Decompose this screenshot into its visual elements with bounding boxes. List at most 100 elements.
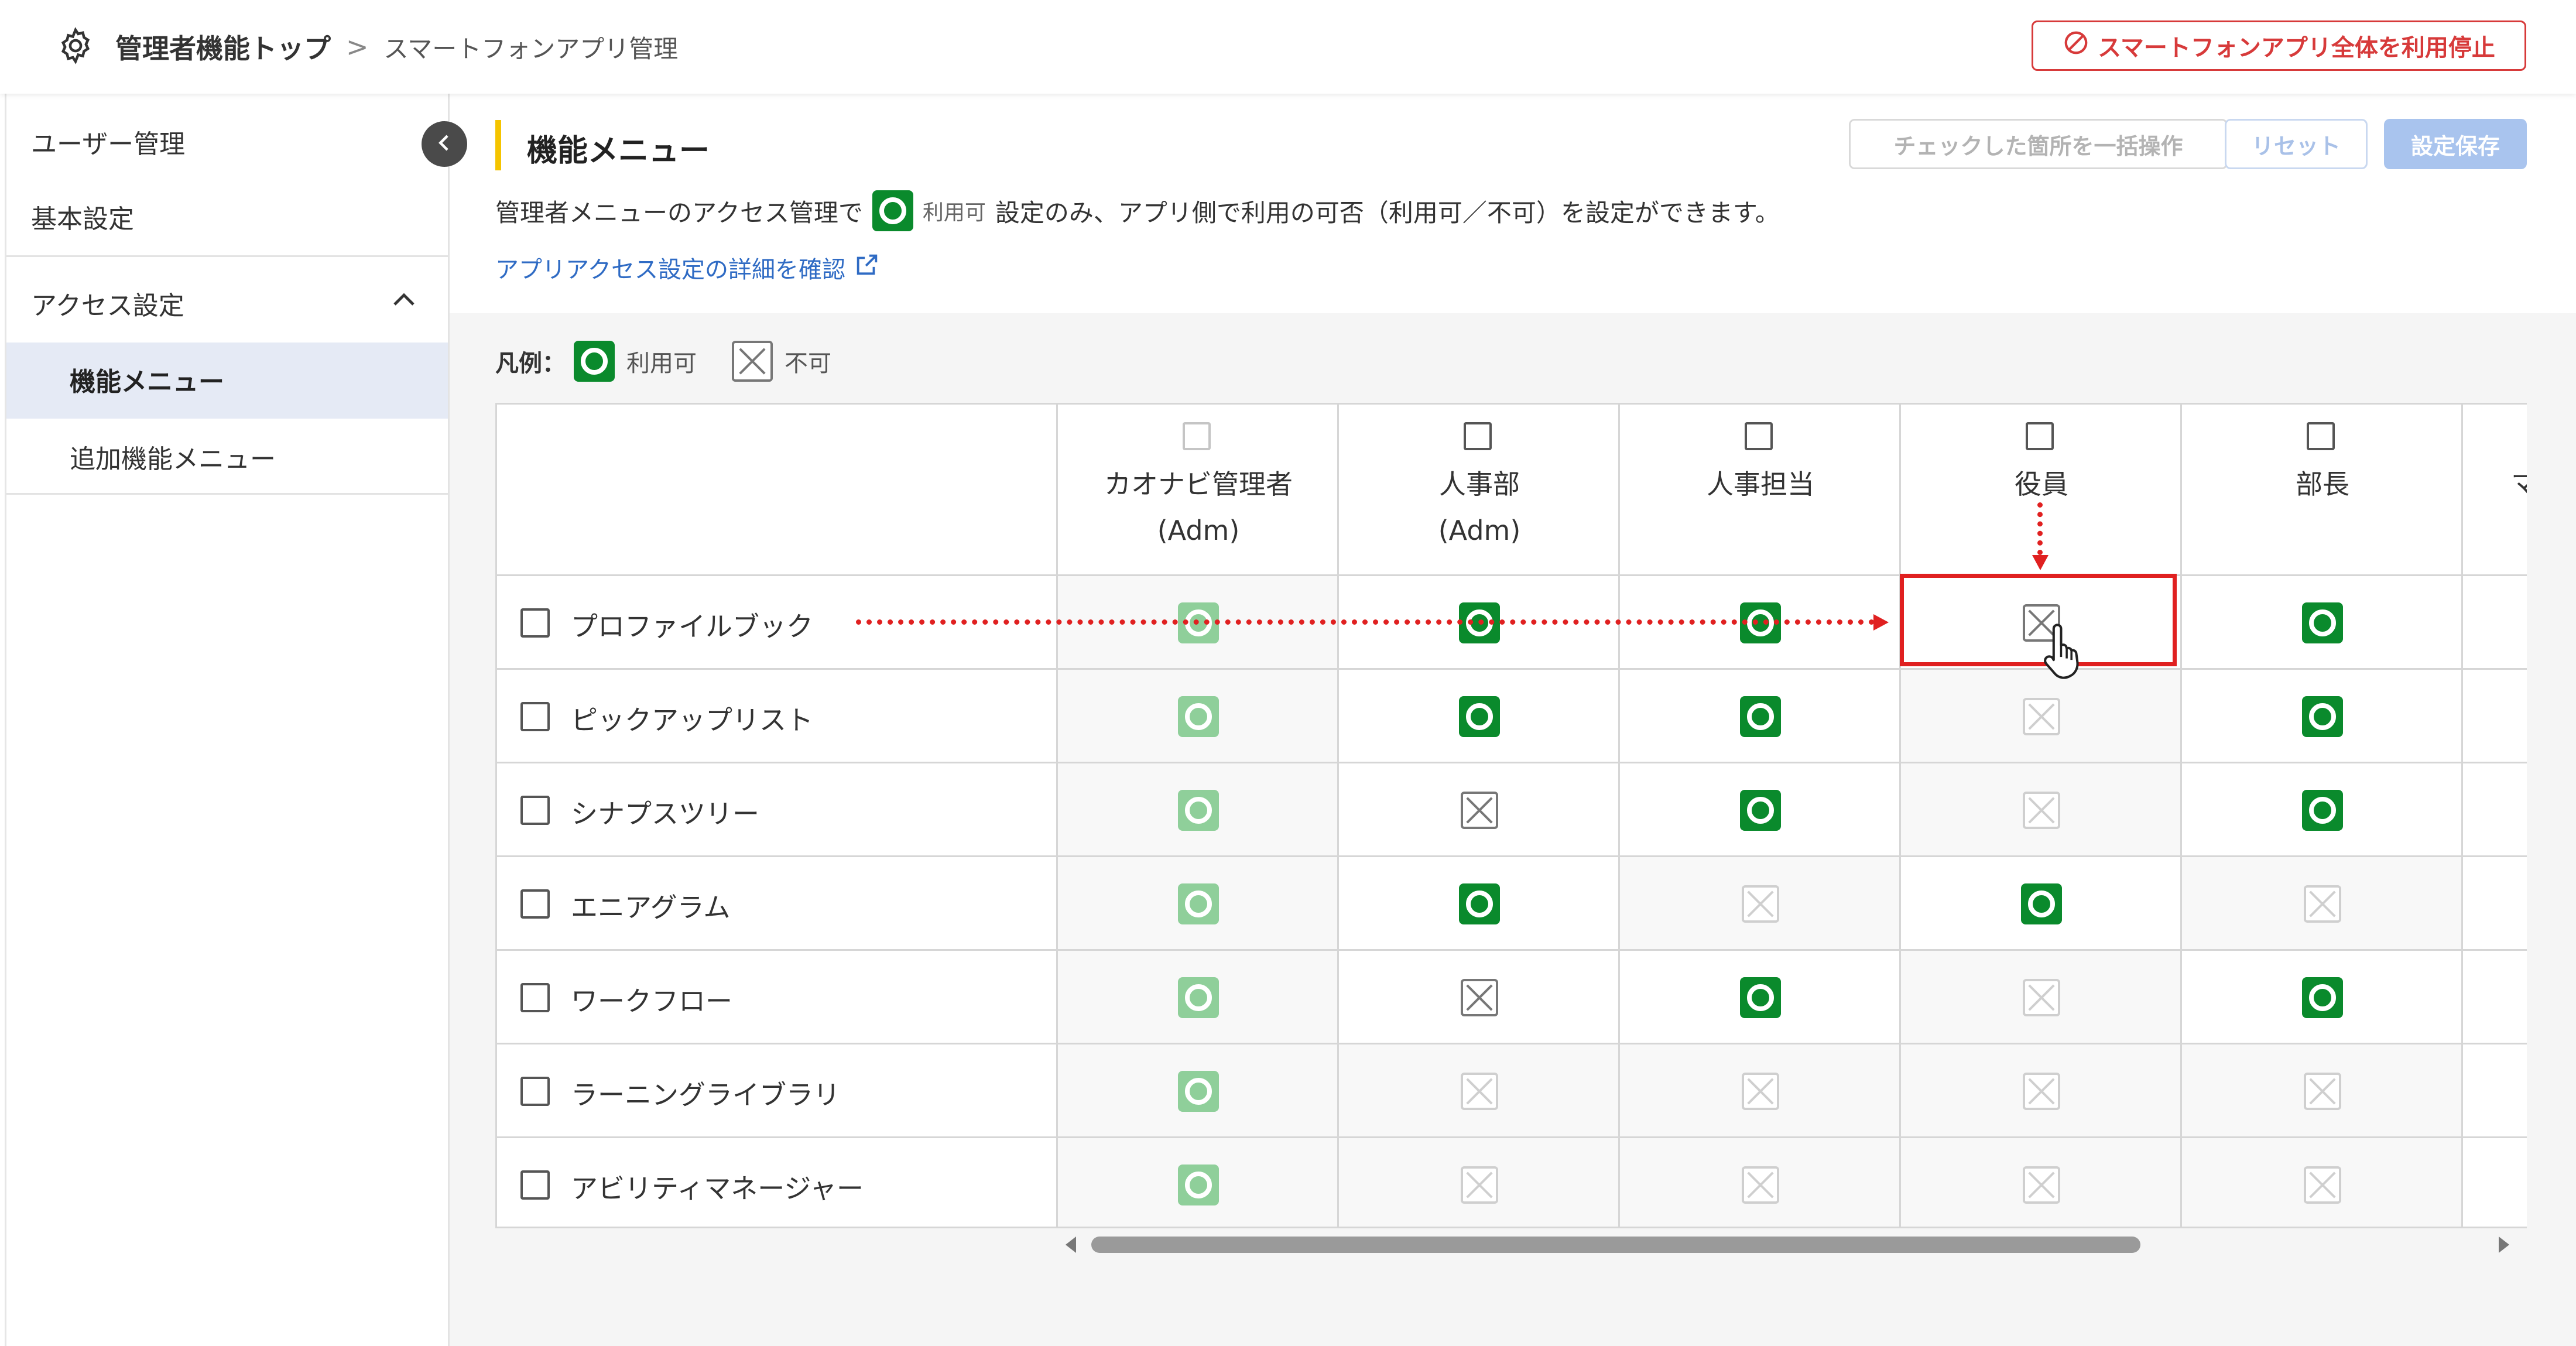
sidebar-item-basic-settings[interactable]: 基本設定 bbox=[31, 198, 134, 235]
available-icon bbox=[1178, 790, 1219, 831]
status-cell[interactable] bbox=[2182, 670, 2463, 763]
status-cell[interactable] bbox=[1339, 763, 1620, 857]
unavailable-icon bbox=[2023, 698, 2060, 735]
grid-line bbox=[1618, 405, 1620, 1227]
table-row: ピックアップリスト bbox=[497, 670, 1058, 763]
row-checkbox[interactable] bbox=[520, 796, 550, 825]
sidebar-group-access-settings[interactable]: アクセス設定 bbox=[31, 285, 184, 322]
breadcrumb: 管理者機能トップ > スマートフォンアプリ管理 bbox=[56, 25, 678, 69]
sidebar-item-user-management[interactable]: ユーザー管理 bbox=[31, 123, 185, 160]
page-title: 機能メニュー bbox=[527, 133, 710, 169]
status-cell[interactable] bbox=[1620, 951, 1901, 1044]
status-cell[interactable] bbox=[1058, 951, 1339, 1044]
status-cell[interactable] bbox=[1339, 857, 1620, 951]
scroll-right-arrow[interactable] bbox=[2499, 1237, 2509, 1253]
breadcrumb-current: スマートフォンアプリ管理 bbox=[383, 34, 679, 63]
reset-button[interactable]: リセット bbox=[2225, 119, 2368, 169]
grid-line bbox=[497, 1136, 2527, 1138]
status-cell[interactable] bbox=[1620, 857, 1901, 951]
sidebar-divider bbox=[6, 493, 448, 495]
sidebar-collapse-button[interactable] bbox=[422, 121, 467, 167]
status-cell[interactable] bbox=[1901, 763, 2182, 857]
stop-all-app-button[interactable]: スマートフォンアプリ全体を利用停止 bbox=[2032, 20, 2526, 71]
column-checkbox[interactable] bbox=[1464, 422, 1492, 450]
status-cell[interactable] bbox=[2182, 763, 2463, 857]
table-row: シナプスツリー bbox=[497, 763, 1058, 857]
description-tag: 利用可 bbox=[922, 201, 986, 225]
status-cell[interactable] bbox=[1901, 1044, 2182, 1138]
sidebar-item-additional-function-menu[interactable]: 追加機能メニュー bbox=[70, 438, 276, 475]
chevron-left-icon bbox=[434, 133, 454, 155]
status-cell[interactable] bbox=[2182, 1138, 2463, 1227]
status-cell[interactable] bbox=[2182, 857, 2463, 951]
unavailable-icon bbox=[1461, 1073, 1498, 1110]
column-checkbox[interactable] bbox=[1745, 422, 1773, 450]
status-cell[interactable] bbox=[1339, 951, 1620, 1044]
unavailable-icon bbox=[1742, 885, 1779, 923]
status-cell[interactable] bbox=[1339, 670, 1620, 763]
table-row: ラーニングライブラリ bbox=[497, 1044, 1058, 1138]
unavailable-icon bbox=[2023, 979, 2060, 1016]
status-cell[interactable] bbox=[1901, 951, 2182, 1044]
sidebar-item-function-menu[interactable]: 機能メニュー bbox=[70, 361, 224, 398]
status-cell[interactable] bbox=[1620, 1044, 1901, 1138]
description: 管理者メニューのアクセス管理で 利用可 設定のみ、アプリ側で利用の可否（利用可／… bbox=[495, 190, 1780, 231]
legend-unavailable-label: 不可 bbox=[785, 350, 831, 377]
status-cell[interactable] bbox=[1058, 1044, 1339, 1138]
legend-label: 凡例： bbox=[495, 350, 566, 377]
row-checkbox[interactable] bbox=[520, 1170, 550, 1200]
column-checkbox[interactable] bbox=[1183, 422, 1211, 450]
status-cell[interactable] bbox=[1058, 857, 1339, 951]
status-cell[interactable] bbox=[2182, 951, 2463, 1044]
column-header: 人事担当 bbox=[1620, 405, 1901, 574]
grid-line bbox=[2180, 405, 2182, 1227]
bulk-operation-button[interactable]: チェックした箇所を一括操作 bbox=[1849, 119, 2228, 169]
sidebar: ユーザー管理 基本設定 アクセス設定 機能メニュー 追加機能メニュー bbox=[5, 94, 450, 1346]
grid-line bbox=[497, 855, 2527, 857]
breadcrumb-top-link[interactable]: 管理者機能トップ bbox=[115, 28, 331, 66]
unavailable-icon bbox=[2304, 1073, 2341, 1110]
status-cell[interactable] bbox=[1620, 670, 1901, 763]
column-sub: (Adm) bbox=[1438, 515, 1521, 546]
breadcrumb-separator: > bbox=[346, 31, 369, 63]
status-cell[interactable] bbox=[1339, 1138, 1620, 1227]
save-settings-button[interactable]: 設定保存 bbox=[2384, 119, 2527, 169]
row-checkbox[interactable] bbox=[520, 702, 550, 731]
status-cell[interactable] bbox=[1058, 1138, 1339, 1227]
status-cell[interactable] bbox=[1339, 1044, 1620, 1138]
status-cell[interactable] bbox=[1058, 763, 1339, 857]
gear-icon bbox=[56, 26, 95, 68]
status-cell[interactable] bbox=[2182, 1044, 2463, 1138]
status-cell[interactable] bbox=[1620, 1138, 1901, 1227]
unavailable-icon bbox=[2023, 1073, 2060, 1110]
horizontal-scrollbar-thumb[interactable] bbox=[1091, 1237, 2140, 1253]
column-name: カオナビ管理者 bbox=[1104, 468, 1293, 500]
grid-line bbox=[1056, 405, 1058, 1227]
access-settings-detail-link[interactable]: アプリアクセス設定の詳細を確認 bbox=[495, 251, 881, 285]
external-link-icon bbox=[845, 251, 881, 284]
status-cell[interactable] bbox=[1901, 1138, 2182, 1227]
column-header: カオナビ管理者 (Adm) bbox=[1058, 405, 1339, 574]
row-checkbox[interactable] bbox=[520, 983, 550, 1012]
chevron-up-icon[interactable] bbox=[390, 288, 418, 314]
row-checkbox[interactable] bbox=[520, 1077, 550, 1106]
available-icon bbox=[2302, 602, 2343, 643]
row-checkbox[interactable] bbox=[520, 608, 550, 638]
unavailable-icon bbox=[732, 341, 773, 382]
status-cell[interactable] bbox=[1620, 763, 1901, 857]
status-cell[interactable] bbox=[1058, 670, 1339, 763]
available-icon bbox=[2302, 790, 2343, 831]
column-checkbox[interactable] bbox=[2026, 422, 2054, 450]
table-row: エニアグラム bbox=[497, 857, 1058, 951]
column-checkbox[interactable] bbox=[2307, 422, 2335, 450]
row-label: シナプスツリー bbox=[571, 798, 759, 830]
unavailable-icon bbox=[1742, 1073, 1779, 1110]
row-checkbox[interactable] bbox=[520, 889, 550, 919]
row-label: エニアグラム bbox=[571, 892, 731, 923]
status-cell[interactable] bbox=[2182, 576, 2463, 670]
annotation-arrow-horizontal bbox=[856, 619, 1875, 625]
legend: 凡例： 利用可 不可 bbox=[495, 341, 866, 382]
annotation-arrowhead bbox=[2032, 555, 2049, 570]
status-cell[interactable] bbox=[1901, 857, 2182, 951]
scroll-left-arrow[interactable] bbox=[1066, 1237, 1076, 1253]
